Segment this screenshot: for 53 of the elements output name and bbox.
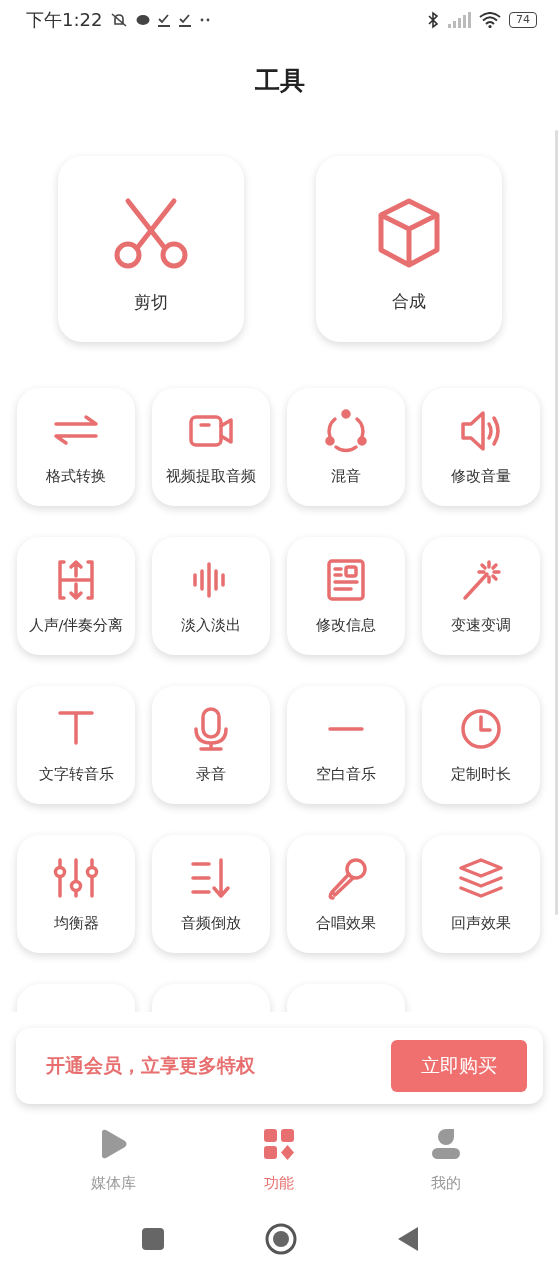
tool-card[interactable]: 回声效果 — [422, 835, 540, 953]
clock-icon — [461, 708, 501, 749]
tool-card[interactable]: 修改信息 — [287, 537, 405, 655]
check-icon — [158, 13, 172, 27]
speaker-icon — [461, 410, 500, 451]
more-dots-icon — [200, 18, 211, 22]
back-button[interactable] — [396, 1226, 419, 1252]
dash-icon — [328, 726, 364, 731]
tool-card[interactable]: 格式转换 — [17, 388, 135, 506]
battery-indicator: 74 — [509, 12, 537, 28]
document-icon — [327, 558, 365, 601]
scrollbar[interactable] — [555, 130, 558, 915]
tool-card[interactable]: 修改音量 — [422, 388, 540, 506]
layers-icon — [459, 857, 503, 898]
tool-card[interactable]: 文字转音乐 — [17, 686, 135, 804]
bluetooth-icon — [427, 11, 439, 29]
tool-card[interactable]: 淡入淡出 — [152, 537, 270, 655]
grid-icon — [263, 1128, 296, 1160]
check-icon — [179, 13, 193, 27]
status-time: 下午1:22 — [26, 8, 103, 32]
tool-card[interactable]: 合成 — [315, 156, 502, 342]
muted-bell-icon — [110, 12, 129, 28]
tool-card[interactable]: 混音 — [287, 388, 405, 506]
tool-card[interactable]: 合唱效果 — [287, 835, 405, 953]
tool-card[interactable]: 音频倒放 — [152, 835, 270, 953]
swap-arrows-icon — [54, 414, 98, 445]
signal-icon — [447, 12, 471, 28]
tool-card[interactable]: 视频提取音频 — [152, 388, 270, 506]
tool-card[interactable]: 剪切 — [57, 156, 244, 342]
tool-card[interactable]: 空白音乐 — [287, 686, 405, 804]
equalizer-icon — [53, 857, 99, 898]
wifi-icon — [479, 12, 501, 28]
home-button[interactable] — [264, 1223, 297, 1255]
page-title: 工具 — [254, 64, 305, 97]
magic-wand-icon — [463, 559, 501, 600]
tool-card[interactable]: 录音 — [152, 686, 270, 804]
tool-card[interactable]: 均衡器 — [17, 835, 135, 953]
banner-text: 开通会员，立享更多特权 — [46, 1053, 255, 1078]
circle-nodes-icon — [325, 408, 367, 452]
recents-button[interactable] — [140, 1227, 165, 1251]
video-camera-icon — [189, 414, 233, 447]
tool-card[interactable]: 变速变调 — [422, 537, 540, 655]
handheld-mic-icon — [328, 857, 367, 900]
chat-bubble-icon — [136, 14, 151, 26]
tool-card[interactable]: 定制时长 — [422, 686, 540, 804]
waveform-icon — [193, 561, 225, 598]
text-icon — [58, 710, 94, 745]
user-icon — [429, 1128, 462, 1160]
tool-card[interactable]: 人声/伴奏分离 — [17, 537, 135, 655]
cube-icon — [376, 197, 441, 268]
microphone-icon — [194, 706, 228, 751]
split-arrows-icon — [58, 559, 94, 600]
sort-down-icon — [191, 857, 230, 898]
